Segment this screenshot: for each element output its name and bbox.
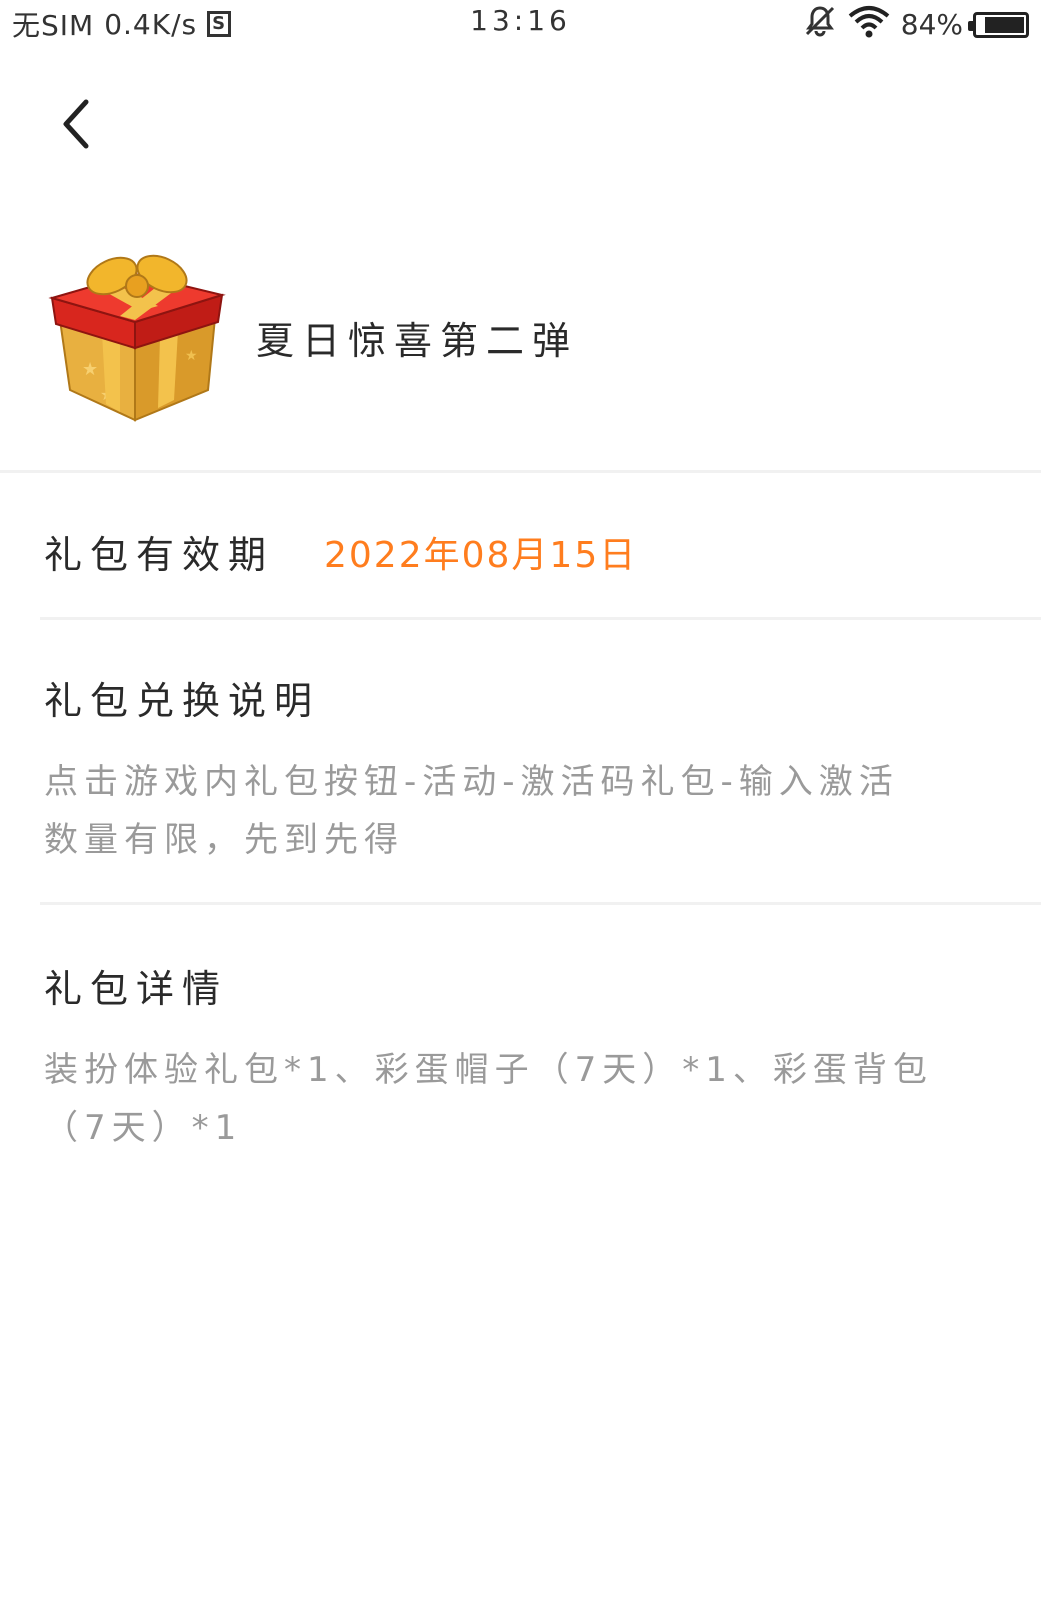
gift-header: ★ ★ ★ ★ 夏日惊喜第二弹 bbox=[0, 230, 1041, 430]
back-button[interactable] bbox=[44, 92, 108, 156]
divider bbox=[0, 470, 1041, 473]
details-title: 礼包详情 bbox=[44, 967, 229, 1011]
divider bbox=[40, 617, 1041, 620]
svg-text:★: ★ bbox=[185, 348, 198, 364]
battery-percent: 84% bbox=[900, 8, 963, 41]
redeem-body: 点击游戏内礼包按钮-活动-激活码礼包-输入激活 数量有限，先到先得 bbox=[44, 762, 899, 860]
status-bar-right: 84% bbox=[803, 4, 1029, 45]
divider bbox=[40, 902, 1041, 905]
validity-label: 礼包有效期 bbox=[44, 533, 275, 577]
chevron-left-icon bbox=[63, 99, 89, 149]
details-section: 礼包详情 装扮体验礼包*1、彩蛋帽子（7天）*1、彩蛋背包 （7天）*1 bbox=[44, 958, 984, 1157]
gift-title: 夏日惊喜第二弹 bbox=[256, 319, 579, 363]
status-bar: 无SIM 0.4K/s S 13:16 84% bbox=[0, 0, 1041, 44]
validity-row: 礼包有效期 2022年08月15日 bbox=[44, 524, 1004, 579]
redeem-title: 礼包兑换说明 bbox=[44, 679, 321, 723]
mute-bell-icon bbox=[803, 4, 837, 45]
redeem-section: 礼包兑换说明 点击游戏内礼包按钮-活动-激活码礼包-输入激活 数量有限，先到先得 bbox=[44, 670, 984, 869]
gift-box-icon: ★ ★ ★ ★ bbox=[40, 240, 230, 430]
validity-date: 2022年08月15日 bbox=[324, 534, 638, 576]
wifi-icon bbox=[847, 4, 891, 45]
details-body: 装扮体验礼包*1、彩蛋帽子（7天）*1、彩蛋背包 （7天）*1 bbox=[44, 1050, 933, 1148]
svg-text:★: ★ bbox=[82, 359, 98, 380]
battery-icon bbox=[968, 11, 1029, 38]
